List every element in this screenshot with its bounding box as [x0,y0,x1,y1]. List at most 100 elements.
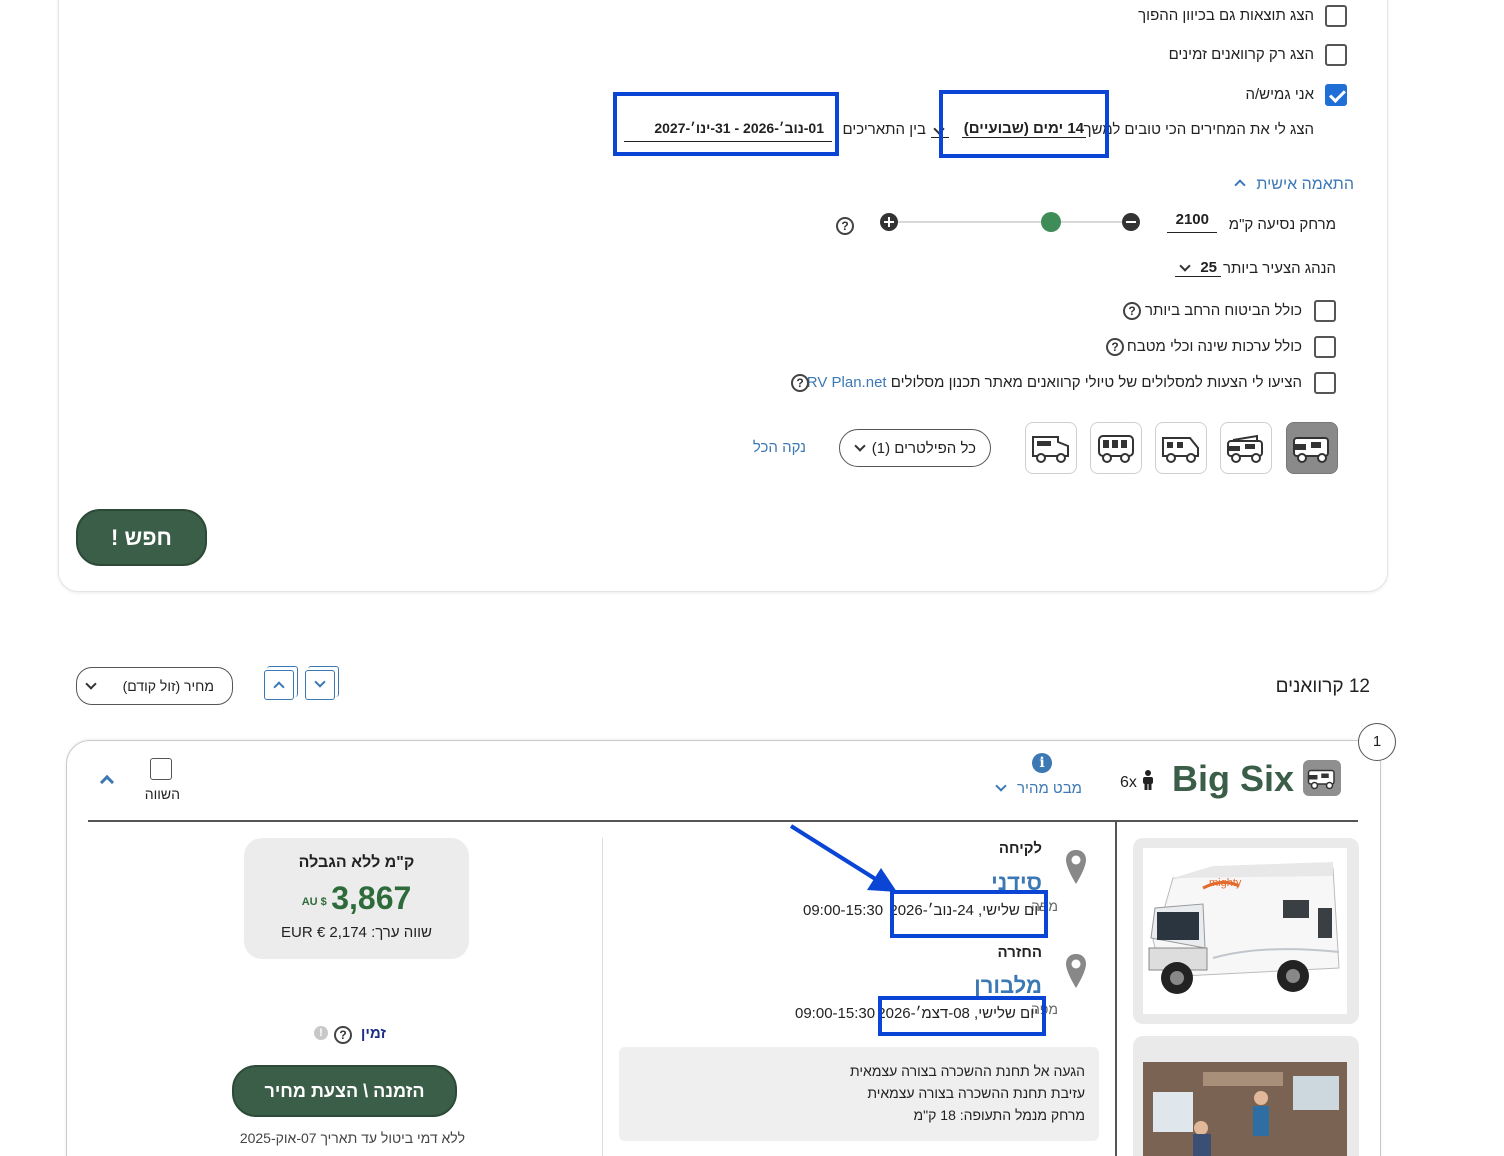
best-prices-label: הצג לי את המחירים הכי טובים למשך [1083,121,1315,138]
vehicle-type-badge [1303,760,1341,796]
return-date-highlight-box [878,996,1046,1036]
available-only-checkbox[interactable] [1325,44,1347,66]
availability-row: זמין [361,1025,386,1042]
popup-camper-icon [1227,434,1263,463]
search-filter-panel [58,0,1388,592]
youngest-driver-label: הנהג הצעיר ביותר [1223,260,1336,277]
price-box: ק"מ ללא הגבלה AU $ 3,867 שווה ערך: EUR €… [244,838,469,959]
distance-input[interactable]: 2100 [1167,208,1217,234]
return-hours: 09:00-15:30 [795,1005,876,1022]
passengers-value: 6x [1120,774,1137,791]
vehicle-type-van-button[interactable] [1286,422,1338,474]
bedding-kitchen-help-icon[interactable]: ? [1106,338,1124,356]
station-note-2: עזיבת תחנת ההשכרה בצורה עצמאית [867,1085,1085,1101]
vehicle-exterior-image[interactable]: mighty [1143,848,1347,1014]
station-note-3: מרחק מנמל התעופה: 18 ק"מ [913,1107,1085,1123]
vehicle-interior-image[interactable] [1143,1062,1347,1156]
rvplan-row: הציעו לי הצעות למסלולים של טיולי קרוואני… [807,374,1302,391]
youngest-driver-value: 25 [1200,259,1217,276]
campervan-icon [1307,769,1335,790]
available-label: זמין [360,1025,386,1042]
large-motorhome-icon [1032,436,1069,463]
clear-all-link[interactable]: נקה הכל [753,439,806,456]
pickup-date-highlight-box [890,890,1048,938]
info-icon[interactable]: i [1032,753,1052,773]
chevron-up-icon [99,774,115,790]
book-quote-button[interactable]: הזמנה \ הצעת מחיר [232,1065,457,1117]
price-equivalent: שווה ערך: EUR € 2,174 [281,924,432,941]
compare-checkbox[interactable] [150,758,172,780]
price-display: AU $ 3,867 [244,880,469,917]
pickup-map-pin-icon[interactable] [1064,848,1088,886]
reverse-direction-label: הצג תוצאות גם בכיוון ההפוך [1138,7,1314,24]
card-header-divider [88,820,1358,822]
vehicle-type-popup-button[interactable] [1220,422,1272,474]
max-insurance-label: כולל הביטוח הרחב ביותר [1144,302,1302,319]
youngest-driver-underline [1175,276,1221,277]
chevron-down-icon [85,678,97,690]
bus-camper-icon [1098,435,1134,463]
person-icon [1143,770,1154,790]
station-notes-box: הגעה אל תחנת ההשכרה בצורה עצמאית עזיבת ת… [619,1047,1099,1141]
max-insurance-help-icon[interactable]: ? [1123,302,1141,320]
motorhome-icon [1162,437,1199,463]
svg-text:mighty: mighty [1209,877,1242,889]
rvplan-checkbox[interactable] [1314,372,1336,394]
compare-label: השווה [144,786,180,802]
sort-select[interactable]: מחיר (זול קודם) [76,667,233,705]
collapse-all-button[interactable] [305,666,339,700]
distance-underline [1167,232,1217,233]
personalize-label: התאמה אישית [1256,176,1354,193]
personalize-toggle[interactable]: התאמה אישית [1234,176,1354,194]
availability-help-icon[interactable]: ? [334,1026,352,1044]
passengers-count: 6x [1120,770,1155,792]
pickup-hours: 09:00-15:30 [803,902,884,919]
search-button[interactable]: חפש ! [76,509,207,566]
price-column-divider [602,838,603,1156]
quick-view-label: מבט מהיר [1017,780,1082,797]
vehicle-type-bus-button[interactable] [1090,422,1142,474]
youngest-driver-chevron-down-icon [1179,260,1191,272]
chevron-up-icon [1234,179,1246,191]
rvplan-help-icon[interactable]: ? [791,374,809,392]
quick-view-toggle[interactable]: מבט מהיר [995,780,1082,797]
campervan-icon [1293,437,1329,463]
results-count: 12 קרוואנים [1275,676,1370,697]
available-only-label: הצג רק קרוואנים זמינים [1168,46,1314,63]
chevron-down-icon [314,676,326,688]
all-filters-button[interactable]: כל הפילטרים (1) [839,429,991,467]
vehicle-type-motorhome-button[interactable] [1155,422,1207,474]
distance-slider-handle[interactable] [1041,212,1061,232]
availability-notice-icon[interactable]: ! [314,1026,328,1040]
flexible-checkbox[interactable] [1325,84,1347,106]
date-range-highlight-box [613,92,839,156]
youngest-driver-select[interactable]: 25 [1175,256,1221,278]
motorhome-photo: mighty [1148,862,1340,994]
expand-all-button[interactable] [264,666,298,700]
duration-highlight-box [939,90,1109,158]
chevron-down-icon [995,780,1007,792]
minus-icon[interactable] [1122,213,1140,231]
chevron-up-icon [273,681,285,693]
bedding-kitchen-checkbox[interactable] [1314,336,1336,358]
unlimited-km-label: ק"מ ללא הגבלה [298,854,415,871]
plus-icon[interactable] [880,213,898,231]
vehicle-type-large-motorhome-button[interactable] [1025,422,1077,474]
station-note-1: הגעה אל תחנת ההשכרה בצורה עצמאית [850,1063,1085,1079]
distance-help-icon[interactable]: ? [836,217,854,235]
free-cancellation-note: ללא דמי ביטול עד תאריך 07-אוק-2025 [239,1130,465,1146]
price-value: 3,867 [331,880,412,916]
return-map-pin-icon[interactable] [1064,952,1088,990]
rvplan-label: הציעו לי הצעות למסלולים של טיולי קרוואני… [890,374,1302,391]
collapse-card-button[interactable] [99,774,115,792]
price-currency: AU $ [301,896,327,908]
reverse-direction-checkbox[interactable] [1325,5,1347,27]
annotation-arrow-icon [789,824,897,892]
rvplan-link[interactable]: RV Plan.net [807,374,887,391]
all-filters-label: כל הפילטרים (1) [871,440,976,457]
distance-slider-track[interactable] [889,221,1122,223]
result-index-badge: 1 [1358,723,1396,761]
max-insurance-checkbox[interactable] [1314,300,1336,322]
vehicle-name[interactable]: Big Six [1172,758,1294,800]
interior-photo [1143,1062,1347,1156]
